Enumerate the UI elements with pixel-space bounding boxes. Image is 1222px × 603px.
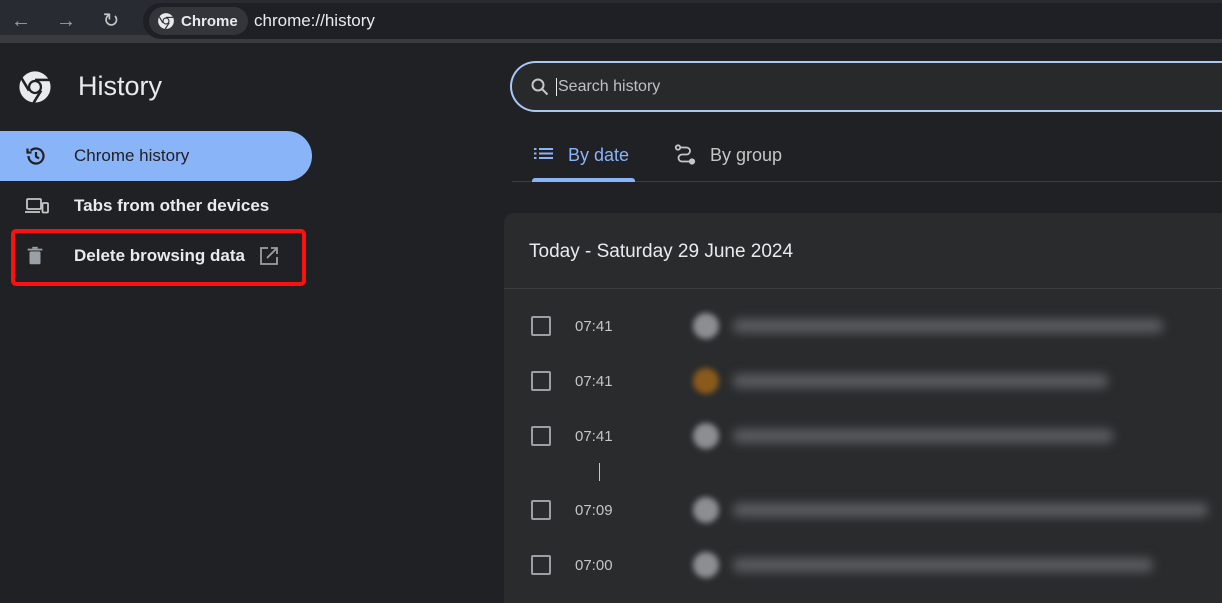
entry-checkbox[interactable] xyxy=(531,426,551,446)
history-entry[interactable]: 07:41 xyxy=(504,306,1222,346)
history-entry[interactable]: 07:00 xyxy=(504,545,1222,585)
entry-checkbox[interactable] xyxy=(531,371,551,391)
history-entry[interactable]: 07:09 xyxy=(504,490,1222,530)
entry-title-blurred[interactable] xyxy=(733,558,1153,572)
entry-time: 07:41 xyxy=(575,427,613,445)
history-entry[interactable]: 07:41 xyxy=(504,416,1222,456)
date-heading: Today - Saturday 29 June 2024 xyxy=(504,213,1222,289)
arrow-right-icon: → xyxy=(56,10,76,32)
favicon-icon xyxy=(693,552,719,578)
tab-by-date[interactable]: By date xyxy=(532,129,636,182)
url-text[interactable]: chrome://history xyxy=(254,11,375,31)
entry-checkbox[interactable] xyxy=(531,500,551,520)
time-gap-divider xyxy=(599,463,600,481)
sidebar-item-label: Tabs from other devices xyxy=(74,196,270,215)
search-input[interactable] xyxy=(556,77,1156,96)
chrome-logo-icon xyxy=(158,13,174,30)
entry-time: 07:41 xyxy=(575,317,613,335)
history-entry[interactable]: 07:41 xyxy=(504,361,1222,401)
favicon-icon xyxy=(693,368,719,394)
address-bar[interactable]: Chrome chrome://history xyxy=(143,3,1222,39)
history-card: Today - Saturday 29 June 2024 07:41 07:4… xyxy=(504,213,1222,603)
sidebar-item-chrome-history[interactable]: Chrome history xyxy=(0,131,312,181)
browser-toolbar: ← → ↻ Chrome chrome://history xyxy=(0,0,1222,43)
forward-button[interactable]: → xyxy=(53,8,79,34)
entry-title-blurred[interactable] xyxy=(733,374,1108,388)
back-button[interactable]: ← xyxy=(8,8,34,34)
entry-time: 07:41 xyxy=(575,372,613,390)
devices-icon xyxy=(0,195,74,217)
sidebar: History Chrome history Tabs from other d… xyxy=(0,51,490,589)
entry-checkbox[interactable] xyxy=(531,316,551,336)
list-icon xyxy=(534,148,553,159)
reload-icon: ↻ xyxy=(102,10,120,32)
site-chip[interactable]: Chrome xyxy=(149,7,248,35)
annotation-highlight-box xyxy=(11,229,306,286)
active-tab-indicator xyxy=(532,178,636,182)
favicon-icon xyxy=(693,423,719,449)
tab-label: By date xyxy=(568,144,630,165)
entry-time: 07:00 xyxy=(575,556,613,574)
entry-title-blurred[interactable] xyxy=(733,503,1208,517)
entry-time: 07:09 xyxy=(575,501,613,519)
view-tabs: By date By group xyxy=(512,129,1222,182)
favicon-icon xyxy=(693,313,719,339)
favicon-icon xyxy=(693,497,719,523)
page-title: History xyxy=(78,71,163,101)
sidebar-item-tabs-from-other-devices[interactable]: Tabs from other devices xyxy=(0,181,312,231)
entry-title-blurred[interactable] xyxy=(733,319,1163,333)
main-content: By date By group Today - Saturday 29 Jun… xyxy=(490,51,1222,603)
site-chip-label: Chrome xyxy=(181,12,238,30)
sidebar-item-label: Chrome history xyxy=(74,146,190,165)
tab-label: By group xyxy=(710,144,783,165)
route-icon xyxy=(674,144,696,165)
search-box[interactable] xyxy=(510,61,1222,112)
entry-title-blurred[interactable] xyxy=(733,429,1113,443)
chrome-logo-icon xyxy=(19,71,51,104)
tab-by-group[interactable]: By group xyxy=(674,129,782,181)
reload-button[interactable]: ↻ xyxy=(98,8,124,34)
entry-checkbox[interactable] xyxy=(531,555,551,575)
search-icon xyxy=(531,78,549,95)
history-icon xyxy=(0,144,74,168)
arrow-left-icon: ← xyxy=(11,10,31,32)
